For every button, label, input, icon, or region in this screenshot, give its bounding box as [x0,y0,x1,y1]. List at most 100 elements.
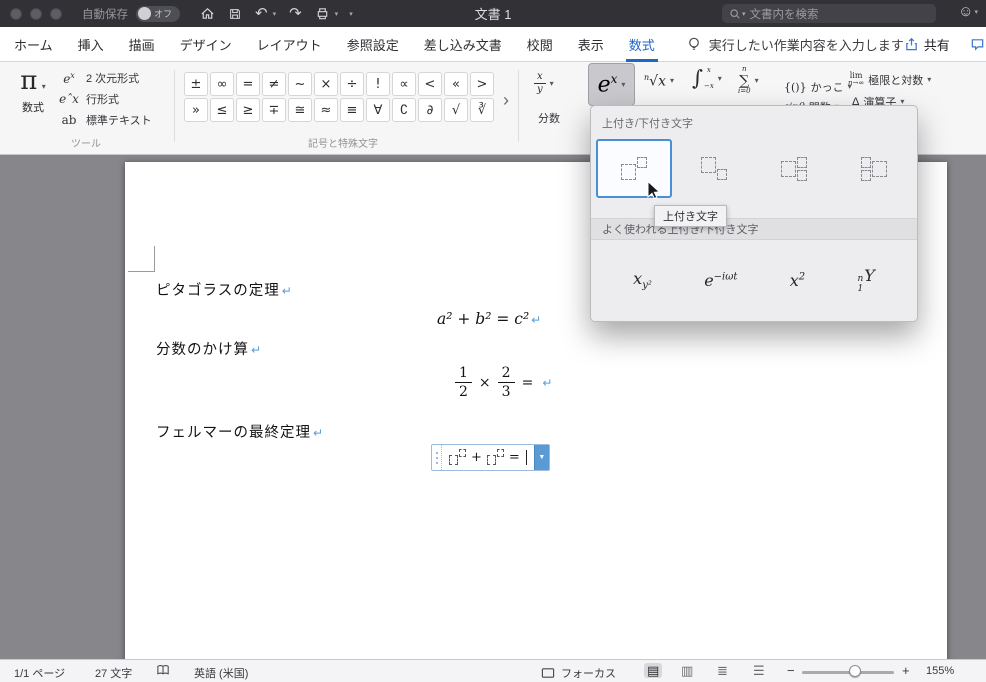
heading-fraction-multiplication[interactable]: 分数のかけ算 ↵ [156,338,261,359]
print-menu-chevron-icon[interactable]: ▾ [335,10,339,18]
symbol-button[interactable]: ÷ [340,72,364,96]
print-icon[interactable] [315,6,330,21]
symbol-button[interactable]: √ [444,98,468,122]
tab-view[interactable]: 表示 [578,27,604,62]
comments-button[interactable]: コメント [970,35,986,54]
equation-button[interactable]: π ▾ 数式 [10,67,56,115]
zoom-slider-track[interactable] [802,671,894,674]
symbol-button[interactable]: < [418,72,442,96]
left-subscript-superscript-option[interactable] [836,139,912,198]
subscript-superscript-option[interactable] [756,139,832,198]
symbol-button[interactable]: ∞ [210,72,234,96]
symbol-button[interactable]: ∁ [392,98,416,122]
symbol-button[interactable]: « [444,72,468,96]
symbol-button[interactable]: ∝ [392,72,416,96]
symbol-button[interactable]: ∀ [366,98,390,122]
tab-home[interactable]: ホーム [14,27,53,62]
undo-icon[interactable]: ↶ [255,6,268,21]
example-x-sub-y-squared[interactable]: xy² [633,269,652,291]
zoom-in-button[interactable]: + [902,663,910,678]
mouse-cursor-icon [647,181,661,200]
heading-pythagoras[interactable]: ピタゴラスの定理 ↵ [156,279,292,300]
tab-insert[interactable]: 挿入 [78,27,104,62]
language-indicator[interactable]: 英語 (米国) [194,665,248,681]
symbol-button[interactable]: ! [366,72,390,96]
undo-menu-chevron-icon[interactable]: ▾ [273,10,277,18]
symbol-button[interactable]: ~ [288,72,312,96]
smiley-icon: ☺ [958,3,974,20]
symbol-button[interactable]: = [236,72,260,96]
radical-structure-button[interactable]: n√x ▾ [644,73,674,90]
tab-references[interactable]: 参照設定 [347,27,399,62]
home-icon[interactable] [200,6,215,21]
example-e-power-minus-i-omega-t[interactable]: e−iωt [704,271,737,290]
linear-format-button[interactable]: eˆx 行形式 [58,91,119,107]
symbol-button[interactable]: » [184,98,208,122]
more-symbols-arrow-icon[interactable]: › [503,90,509,111]
symbol-button[interactable]: ≈ [314,98,338,122]
close-window-button[interactable] [10,7,22,20]
example-prescript-y[interactable]: n1Y [857,266,874,295]
proofing-status-icon[interactable] [156,664,171,677]
heading-fermat[interactable]: フェルマーの最終定理 ↵ [156,421,323,442]
feedback-button[interactable]: ☺ ▾ [958,3,978,20]
autosave-toggle[interactable]: オフ [136,5,180,22]
tab-equation[interactable]: 数式 [625,27,658,62]
symbol-button[interactable]: ∓ [262,98,286,122]
zoom-window-button[interactable] [50,7,62,20]
base-exponent-placeholder[interactable] [449,449,466,465]
symbol-button[interactable]: ≠ [262,72,286,96]
read-mode-view-button[interactable]: ▥ [681,664,693,677]
zoom-out-button[interactable]: − [787,663,795,678]
tab-layout[interactable]: レイアウト [257,27,322,62]
symbol-button[interactable]: ≥ [236,98,260,122]
professional-format-button[interactable]: ex 2 次元形式 [58,70,139,86]
page-count[interactable]: 1/1 ページ [14,665,65,681]
base-exponent-placeholder[interactable] [486,449,504,465]
word-count[interactable]: 27 文字 [95,665,132,681]
normal-text-icon: ab [61,113,77,127]
example-x-squared[interactable]: x2 [790,271,805,290]
zoom-level[interactable]: 155% [926,665,954,677]
normal-text-button[interactable]: ab 標準テキスト [58,112,152,128]
fraction-structure-button[interactable]: x y ▾ [534,71,554,96]
focus-mode-button[interactable]: フォーカス [541,665,616,681]
search-input[interactable]: ▾ 文書内を検索 [722,4,936,23]
minimize-window-button[interactable] [30,7,42,20]
save-icon[interactable] [228,7,242,21]
equation-placeholder-field[interactable]: + = ▼ [431,444,550,471]
tab-mailings[interactable]: 差し込み文書 [424,27,502,62]
symbol-button[interactable]: ∂ [418,98,442,122]
symbol-button[interactable]: > [470,72,494,96]
symbol-button[interactable]: ≤ [210,98,234,122]
equation-handle[interactable] [432,445,442,470]
zoom-slider-thumb[interactable] [849,665,861,677]
redo-icon[interactable]: ↷ [289,6,302,21]
tab-review[interactable]: 校閲 [527,27,553,62]
print-layout-view-button[interactable]: ▤ [644,663,663,678]
web-layout-view-button[interactable]: ≣ [717,664,728,677]
symbol-button[interactable]: ± [184,72,208,96]
search-icon [729,8,741,20]
bracket-structure-button[interactable]: {()} かっこ ▾ [784,79,852,95]
symbol-button[interactable]: × [314,72,338,96]
share-button[interactable]: 共有 [904,35,950,54]
equation-fraction-multiplication[interactable]: 1 2 × 2 3 = ↵ [455,364,552,401]
integral-structure-button[interactable]: ∫ x −x ▾ [692,66,722,90]
symbol-button[interactable]: ≅ [288,98,312,122]
subscript-icon [701,157,727,180]
symbol-button[interactable]: ∛ [470,98,494,122]
symbol-button[interactable]: ≡ [340,98,364,122]
outline-view-button[interactable]: ☰ [753,664,765,677]
script-structure-button[interactable]: ex ▾ [588,63,635,106]
search-placeholder: 文書内を検索 [749,8,819,21]
toolbar-options-chevron-icon[interactable]: ▾ [349,10,353,18]
equation-pythagoras[interactable]: a² + b² = c² ↵ [437,310,541,328]
equation-options-dropdown-button[interactable]: ▼ [533,445,549,470]
tab-draw[interactable]: 描画 [129,27,155,62]
subscript-option[interactable] [676,139,752,198]
limit-structure-button[interactable]: lim n→∞ 極限と対数 ▾ [848,72,931,88]
tab-design[interactable]: デザイン [180,27,232,62]
large-operator-structure-button[interactable]: n ∑ i=0 ▾ [738,65,759,95]
tell-me-box[interactable]: 実行したい作業内容を入力します [686,35,904,54]
